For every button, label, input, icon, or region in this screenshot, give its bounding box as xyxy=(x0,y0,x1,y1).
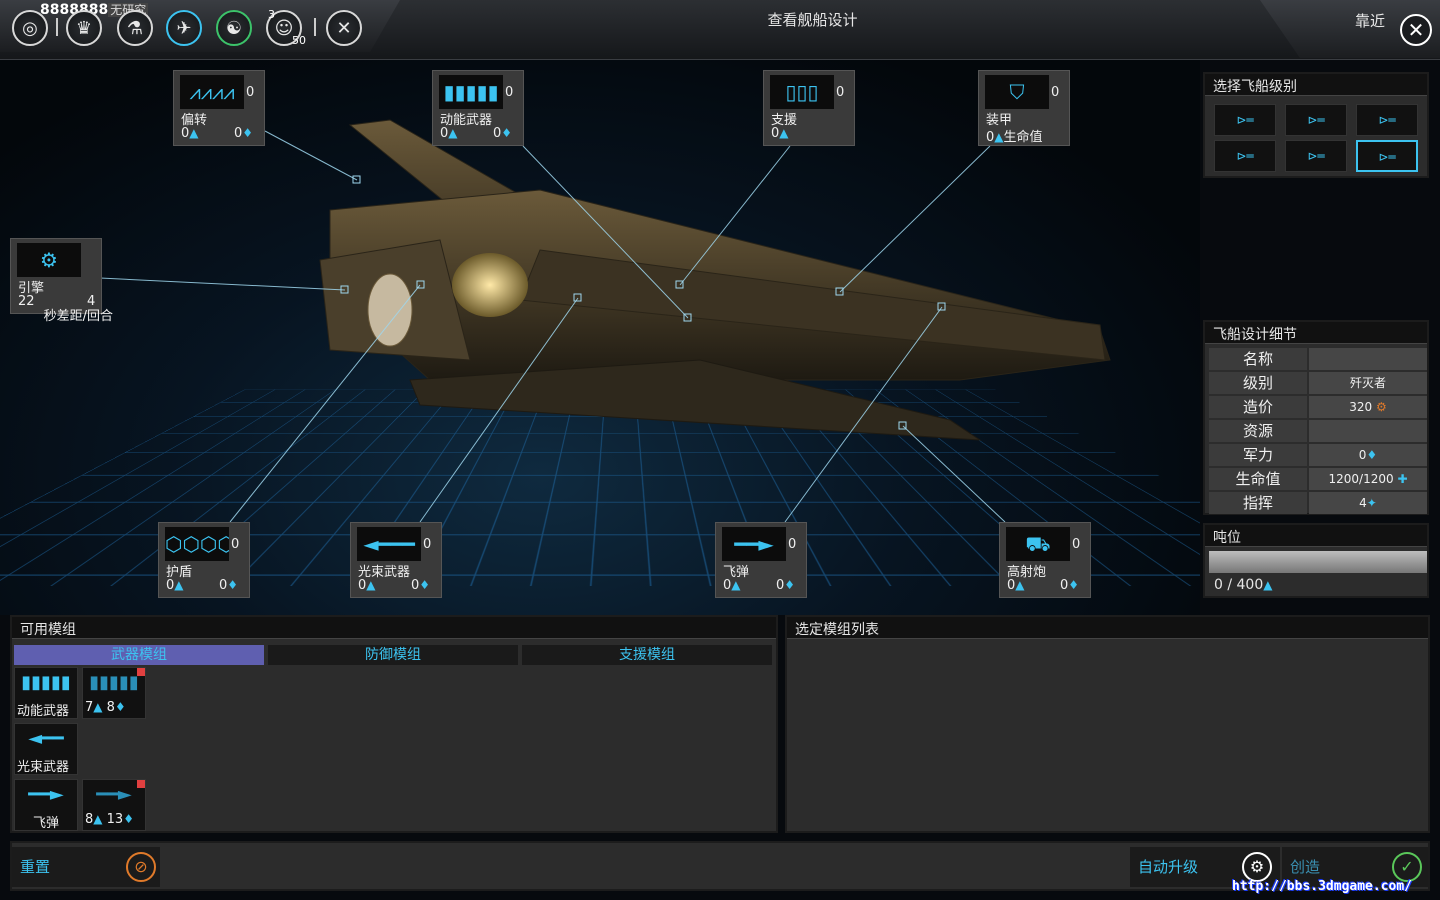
detail-row-command: 指挥 4✦ xyxy=(1209,492,1427,514)
artillery-truck-icon: ⛟ xyxy=(1006,527,1070,561)
available-modules-title: 可用模组 xyxy=(12,617,776,639)
module-slot-support[interactable]: ▯▯▯ 0 支援 0▲ xyxy=(763,70,855,146)
missile-icon: ━━► xyxy=(722,527,786,561)
crew-icon: ▲ xyxy=(448,126,458,140)
checkmark-icon: ✓ xyxy=(1392,852,1422,882)
module-slot-kinetic[interactable]: ▮▮▮▮▮ 0 动能武器 0▲ 0♦ xyxy=(432,70,524,146)
new-flag-icon xyxy=(137,780,145,788)
reset-button[interactable]: 重置 ⊘ xyxy=(12,847,160,887)
details-title: 飞船设计细节 xyxy=(1205,322,1427,344)
power-icon: ♦ xyxy=(1366,448,1378,462)
module-item-missile[interactable]: ━━► 飞弹 xyxy=(14,779,78,831)
kinetic-weapon-icon: ▮▮▮▮▮ xyxy=(89,672,139,693)
ship-class-option[interactable]: ⊳═ xyxy=(1285,140,1347,172)
tonnage-title: 吨位 xyxy=(1205,525,1427,547)
bottom-action-bar: 重置 ⊘ 自动升级 ⚙ 创造 ✓ xyxy=(10,841,1430,891)
crew-icon: ▲ xyxy=(174,578,184,592)
ship-class-option[interactable]: ⊳═ xyxy=(1214,104,1276,136)
crew-icon: ▲ xyxy=(779,126,789,140)
deflector-icon: ⩘⩘⩘⩘ xyxy=(180,75,244,109)
tonnage-bar xyxy=(1209,551,1427,573)
ship-class-option[interactable]: ⊳═ xyxy=(1285,104,1347,136)
power-icon: ♦ xyxy=(501,126,513,140)
crew-icon: ▲ xyxy=(189,126,199,140)
detail-row-cost: 造价 320 ⚙ xyxy=(1209,396,1427,418)
beam-weapon-icon: ◄━━━ xyxy=(357,527,421,561)
tab-support-modules[interactable]: 支援模组 xyxy=(522,645,772,665)
detail-row-name: 名称 xyxy=(1209,348,1427,370)
module-slot-engine[interactable]: ⚙ 引擎 22 4 秒差距/回合 xyxy=(10,238,113,324)
population-count: 50 xyxy=(292,34,306,47)
cost-gear-icon: ⚙ xyxy=(1372,400,1387,414)
command-icon: ✦ xyxy=(1366,496,1377,510)
armor-shield-icon: ⛉ xyxy=(985,75,1049,109)
ship-class-panel: 选择飞船级别 ⊳═ ⊳═ ⊳═ ⊳═ ⊳═ ⊳═ xyxy=(1203,72,1429,178)
support-icon: ▯▯▯ xyxy=(770,75,834,109)
module-item-kinetic[interactable]: ▮▮▮▮▮ 动能武器 xyxy=(14,667,78,719)
power-icon: ♦ xyxy=(242,126,254,140)
ship-class-option[interactable]: ⊳═ xyxy=(1214,140,1276,172)
detail-row-resources: 资源 xyxy=(1209,420,1427,442)
module-item-beam[interactable]: ◄━━ 光束武器 xyxy=(14,723,78,775)
module-slot-armor[interactable]: ⛉ 0 装甲 0▲生命值 xyxy=(978,70,1070,146)
module-item-missile-2[interactable]: ━━► 8▲ 13♦ xyxy=(82,779,146,831)
ship-class-title: 选择飞船级别 xyxy=(1205,74,1427,96)
beam-weapon-icon: ◄━━ xyxy=(28,728,64,749)
ship-class-option[interactable]: ⊳═ xyxy=(1356,104,1418,136)
module-slot-shield[interactable]: ⬡⬡⬡⬡ 0 护盾 0▲ 0♦ xyxy=(158,522,250,598)
ship-class-option-selected[interactable]: ⊳═ xyxy=(1356,140,1418,172)
health-plus-icon: ✚ xyxy=(1393,472,1408,486)
power-icon: ♦ xyxy=(227,578,239,592)
tonnage-value: 0 / 400▲ xyxy=(1214,577,1273,593)
tab-defense-modules[interactable]: 防御模组 xyxy=(268,645,518,665)
crew-icon: ▲ xyxy=(1015,578,1025,592)
watermark: http://bbs.3dmgame.com/ xyxy=(1232,879,1413,894)
missile-icon: ━━► xyxy=(96,784,132,805)
page-title: 查看舰船设计 xyxy=(767,11,858,29)
power-icon: ♦ xyxy=(784,578,796,592)
power-icon: ♦ xyxy=(1068,578,1080,592)
available-modules-panel: 可用模组 武器模组 防御模组 支援模组 ▮▮▮▮▮ 动能武器 ▮▮▮▮▮ 7▲ … xyxy=(10,615,778,833)
no-sign-icon: ⊘ xyxy=(126,852,156,882)
module-slot-beam[interactable]: ◄━━━ 0 光束武器 0▲ 0♦ xyxy=(350,522,442,598)
gear-icon: ⚙ xyxy=(1242,852,1272,882)
selected-modules-title: 选定模组列表 xyxy=(787,617,1428,639)
missile-icon: ━━► xyxy=(28,784,64,805)
zoom-in-button[interactable]: 靠近 xyxy=(1355,10,1385,31)
detail-row-class: 级别 歼灭者 xyxy=(1209,372,1427,394)
shield-hex-icon: ⬡⬡⬡⬡ xyxy=(165,527,229,561)
module-slot-missile[interactable]: ━━► 0 飞弹 0▲ 0♦ xyxy=(715,522,807,598)
engine-icon: ⚙ xyxy=(17,243,81,277)
tonnage-panel: 吨位 0 / 400▲ xyxy=(1203,523,1429,598)
crew-icon: ▲ xyxy=(366,578,376,592)
kinetic-weapon-icon: ▮▮▮▮▮ xyxy=(439,75,503,109)
close-icon[interactable]: ✕ xyxy=(1400,14,1432,46)
crew-icon: ▲ xyxy=(731,578,741,592)
module-slot-artillery[interactable]: ⛟ 0 高射炮 0▲ 0♦ xyxy=(999,522,1091,598)
kinetic-weapon-icon: ▮▮▮▮▮ xyxy=(21,672,71,693)
detail-row-military: 军力 0♦ xyxy=(1209,444,1427,466)
crew-icon: ▲ xyxy=(994,130,1004,144)
ship-design-details: 飞船设计细节 名称 级别 歼灭者 造价 320 ⚙ 资源 军力 0♦ 生命值 1… xyxy=(1203,320,1429,515)
module-slot-deflector[interactable]: ⩘⩘⩘⩘ 0 偏转 0▲ 0♦ xyxy=(173,70,265,146)
ship-viewport[interactable]: ⩘⩘⩘⩘ 0 偏转 0▲ 0♦ ▮▮▮▮▮ 0 动能武器 0▲ 0♦ ▯▯▯ 0… xyxy=(0,60,1200,615)
power-icon: ♦ xyxy=(419,578,431,592)
module-item-kinetic-2[interactable]: ▮▮▮▮▮ 7▲ 8♦ xyxy=(82,667,146,719)
tab-weapon-modules[interactable]: 武器模组 xyxy=(14,645,264,665)
new-flag-icon xyxy=(137,668,145,676)
selected-modules-panel: 选定模组列表 xyxy=(785,615,1430,833)
ship-name-field[interactable] xyxy=(1309,348,1427,370)
detail-row-hp: 生命值 1200/1200 ✚ xyxy=(1209,468,1427,490)
